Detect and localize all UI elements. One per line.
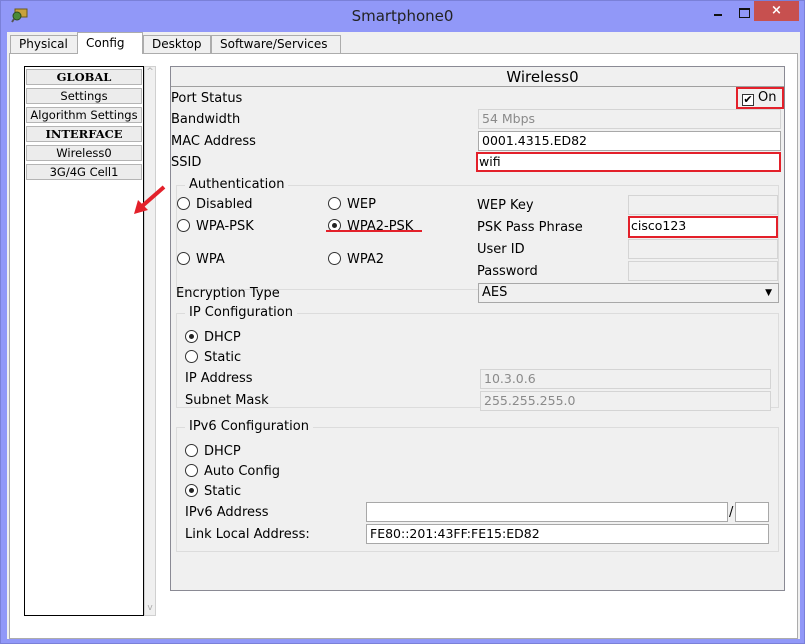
radio-icon	[328, 252, 341, 265]
close-button[interactable]: ×	[754, 1, 799, 21]
ssid-label: SSID	[171, 155, 202, 170]
radio-icon	[185, 464, 198, 477]
wep-key-label: WEP Key	[477, 198, 534, 213]
tab-desktop[interactable]: Desktop	[143, 35, 211, 54]
ip-dhcp-radio[interactable]: DHCP	[185, 330, 241, 346]
auth-wpa-psk-radio[interactable]: WPA-PSK	[177, 219, 254, 235]
password-label: Password	[477, 264, 538, 279]
radio-icon	[328, 197, 341, 210]
radio-selected-icon	[185, 330, 198, 343]
sidebar-item-3g-4g-cell1[interactable]: 3G/4G Cell1	[26, 164, 142, 180]
sidebar-header-interface[interactable]: INTERFACE	[26, 126, 142, 142]
sidebar-item-settings[interactable]: Settings	[26, 88, 142, 104]
auth-wpa2-label: WPA2	[347, 252, 385, 267]
auth-wpa2-psk-radio[interactable]: WPA2-PSK	[328, 219, 413, 235]
port-status-label: Port Status	[171, 91, 243, 106]
auth-wep-label: WEP	[347, 197, 376, 212]
psk-pass-phrase-field[interactable]: cisco123	[628, 216, 778, 238]
close-icon: ×	[771, 3, 782, 18]
ipv6-configuration-title: IPv6 Configuration	[185, 419, 313, 435]
tab-config[interactable]: Config	[77, 32, 143, 54]
auth-wep-radio[interactable]: WEP	[328, 197, 376, 213]
ip-static-label: Static	[204, 350, 242, 365]
sidebar-item-algorithm-settings[interactable]: Algorithm Settings	[26, 107, 142, 123]
encryption-type-label: Encryption Type	[176, 286, 280, 301]
auth-wpa-label: WPA	[196, 252, 225, 267]
ip-static-radio[interactable]: Static	[185, 350, 241, 366]
psk-pass-phrase-label: PSK Pass Phrase	[477, 220, 583, 235]
wireless0-config: Wireless0 Port Status ✔ On Bandwidth 54 M…	[170, 66, 785, 591]
password-field	[628, 261, 778, 281]
subnet-mask-field: 255.255.255.0	[480, 391, 771, 411]
red-arrow-annotation	[134, 185, 166, 214]
ipv6-dhcp-label: DHCP	[204, 444, 241, 459]
radio-icon	[177, 197, 190, 210]
dropdown-caret-icon: ▼	[765, 288, 772, 298]
checkbox-checked-icon: ✔	[742, 93, 754, 106]
ipv6-static-radio[interactable]: Static	[185, 484, 241, 500]
title-bar[interactable]: Smartphone0 ×	[1, 1, 804, 33]
ipv6-auto-config-radio[interactable]: Auto Config	[185, 464, 280, 480]
tab-software-services[interactable]: Software/Services	[211, 35, 341, 54]
radio-icon	[185, 444, 198, 457]
sidebar-list: GLOBAL Settings Algorithm Settings INTER…	[24, 66, 144, 616]
mac-address-field[interactable]: 0001.4315.ED82	[478, 131, 781, 151]
encryption-type-select[interactable]: AES ▼	[478, 283, 779, 303]
auth-disabled-label: Disabled	[196, 197, 253, 212]
ipv6-prefix-field[interactable]	[735, 502, 769, 522]
authentication-title: Authentication	[185, 177, 289, 193]
auth-wpa-radio[interactable]: WPA	[177, 252, 225, 268]
mac-address-label: MAC Address	[171, 134, 256, 149]
user-id-label: User ID	[477, 242, 525, 257]
subnet-mask-label: Subnet Mask	[185, 393, 269, 408]
window-title: Smartphone0	[351, 7, 454, 25]
config-panel: GLOBAL Settings Algorithm Settings INTER…	[9, 53, 798, 639]
scroll-down-icon[interactable]: v	[145, 603, 155, 615]
sidebar-scrollbar[interactable]: ^ v	[144, 66, 156, 616]
ipv6-static-label: Static	[204, 484, 242, 499]
sidebar-header-global[interactable]: GLOBAL	[26, 69, 142, 85]
ip-address-field: 10.3.0.6	[480, 369, 771, 389]
app-window: Smartphone0 × Physical Config Desktop So…	[0, 0, 805, 644]
radio-icon	[185, 350, 198, 363]
ipv6-dhcp-radio[interactable]: DHCP	[185, 444, 241, 460]
bandwidth-label: Bandwidth	[171, 112, 241, 127]
encryption-type-value: AES	[482, 285, 508, 300]
ip-address-label: IP Address	[185, 371, 253, 386]
sidebar-item-wireless0[interactable]: Wireless0	[26, 145, 142, 161]
ipv6-auto-config-label: Auto Config	[204, 464, 281, 479]
red-underline-annotation	[326, 230, 422, 232]
auth-wpa-psk-label: WPA-PSK	[196, 219, 254, 234]
radio-icon	[177, 252, 190, 265]
bandwidth-field: 54 Mbps	[478, 109, 781, 129]
ipv6-address-field[interactable]	[366, 502, 728, 522]
ip-dhcp-label: DHCP	[204, 330, 241, 345]
port-status-checkbox[interactable]: ✔ On	[736, 87, 784, 109]
minimize-button[interactable]	[705, 1, 731, 21]
window-client: Physical Config Desktop Software/Service…	[7, 32, 800, 639]
wep-key-field	[628, 195, 778, 215]
tab-bar: Physical Config Desktop Software/Service…	[7, 32, 800, 54]
user-id-field	[628, 239, 778, 259]
scroll-up-icon[interactable]: ^	[145, 67, 155, 79]
auth-wpa2-radio[interactable]: WPA2	[328, 252, 384, 268]
ip-configuration-title: IP Configuration	[185, 305, 297, 321]
tab-physical[interactable]: Physical	[10, 35, 78, 54]
interface-title: Wireless0	[171, 67, 784, 87]
auth-disabled-radio[interactable]: Disabled	[177, 197, 252, 213]
link-local-address-field: FE80::201:43FF:FE15:ED82	[366, 524, 769, 544]
ipv6-address-label: IPv6 Address	[185, 505, 269, 520]
ssid-field[interactable]: wifi	[476, 152, 781, 172]
ipv6-prefix-separator: /	[729, 505, 734, 520]
radio-icon	[177, 219, 190, 232]
port-status-on-label: On	[758, 90, 777, 105]
radio-selected-icon	[185, 484, 198, 497]
link-local-address-label: Link Local Address:	[185, 527, 310, 542]
